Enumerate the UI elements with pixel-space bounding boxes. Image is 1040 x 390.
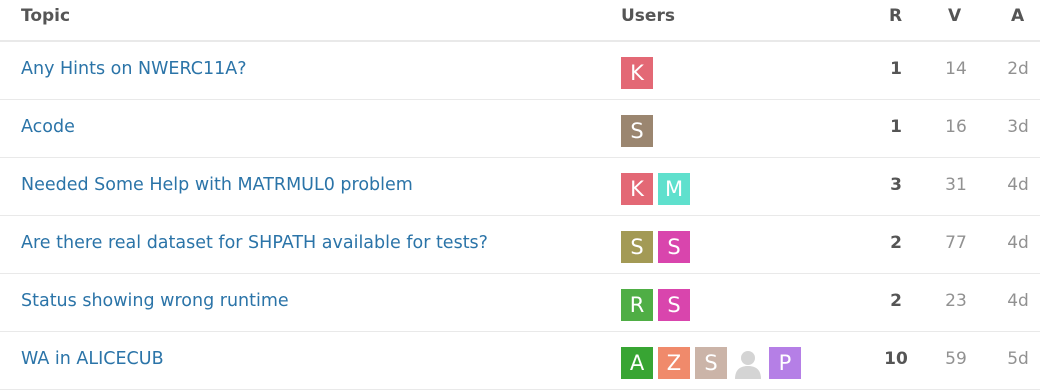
user-avatar[interactable]: Z — [658, 347, 690, 379]
view-count: 31 — [945, 175, 967, 195]
topic-users: RS — [621, 289, 690, 321]
header-activity[interactable]: A — [1011, 6, 1024, 26]
topic-row: Acode S 1 16 3d — [0, 100, 1040, 158]
reply-count: 1 — [890, 117, 902, 137]
header-replies[interactable]: R — [889, 6, 902, 26]
topic-users: KM — [621, 173, 690, 205]
reply-count: 2 — [890, 291, 902, 311]
user-avatar[interactable]: S — [621, 231, 653, 263]
topic-title-link[interactable]: WA in ALICECUB — [21, 349, 164, 369]
reply-count: 1 — [890, 59, 902, 79]
reply-count: 2 — [890, 233, 902, 253]
activity-age[interactable]: 4d — [1000, 175, 1036, 195]
topic-title-link[interactable]: Any Hints on NWERC11A? — [21, 59, 246, 79]
user-avatar[interactable]: P — [769, 347, 801, 379]
topic-title-link[interactable]: Status showing wrong runtime — [21, 291, 289, 311]
topic-title-link[interactable]: Needed Some Help with MATRMUL0 problem — [21, 175, 413, 195]
view-count: 23 — [945, 291, 967, 311]
default-user-icon — [735, 351, 761, 379]
topic-row: WA in ALICECUB A Z S P 10 59 5d — [0, 332, 1040, 390]
reply-count: 3 — [890, 175, 902, 195]
activity-age[interactable]: 4d — [1000, 233, 1036, 253]
user-avatar[interactable]: S — [658, 231, 690, 263]
view-count: 16 — [945, 117, 967, 137]
user-avatar[interactable] — [732, 347, 764, 379]
user-avatar[interactable]: K — [621, 173, 653, 205]
header-views[interactable]: V — [948, 6, 961, 26]
topic-users: S — [621, 115, 653, 147]
activity-age[interactable]: 3d — [1000, 117, 1036, 137]
topic-users: K — [621, 57, 653, 89]
topic-users: AZS P — [621, 347, 801, 379]
activity-age[interactable]: 5d — [1000, 349, 1036, 369]
topic-row: Are there real dataset for SHPATH availa… — [0, 216, 1040, 274]
user-avatar[interactable]: S — [695, 347, 727, 379]
reply-count: 10 — [884, 349, 908, 369]
topic-rows: Any Hints on NWERC11A? K 1 14 2d Acode S 1 16 3d N… — [0, 42, 1040, 390]
user-avatar[interactable]: R — [621, 289, 653, 321]
activity-age[interactable]: 2d — [1000, 59, 1036, 79]
topic-title-link[interactable]: Acode — [21, 117, 75, 137]
header-users: Users — [621, 6, 675, 26]
user-avatar[interactable]: M — [658, 173, 690, 205]
user-avatar[interactable]: A — [621, 347, 653, 379]
header-topic[interactable]: Topic — [21, 6, 70, 26]
view-count: 59 — [945, 349, 967, 369]
topic-row: Needed Some Help with MATRMUL0 problem K M… — [0, 158, 1040, 216]
topic-list-header: Topic Users R V A — [0, 0, 1040, 42]
user-avatar[interactable]: K — [621, 57, 653, 89]
topic-row: Status showing wrong runtime R S 2 23 4d — [0, 274, 1040, 332]
user-avatar[interactable]: S — [658, 289, 690, 321]
topic-list: Topic Users R V A Any Hints on NWERC11A?… — [0, 0, 1040, 390]
topic-title-link[interactable]: Are there real dataset for SHPATH availa… — [21, 233, 488, 253]
topic-users: SS — [621, 231, 690, 263]
view-count: 77 — [945, 233, 967, 253]
user-avatar[interactable]: S — [621, 115, 653, 147]
view-count: 14 — [945, 59, 967, 79]
activity-age[interactable]: 4d — [1000, 291, 1036, 311]
topic-row: Any Hints on NWERC11A? K 1 14 2d — [0, 42, 1040, 100]
